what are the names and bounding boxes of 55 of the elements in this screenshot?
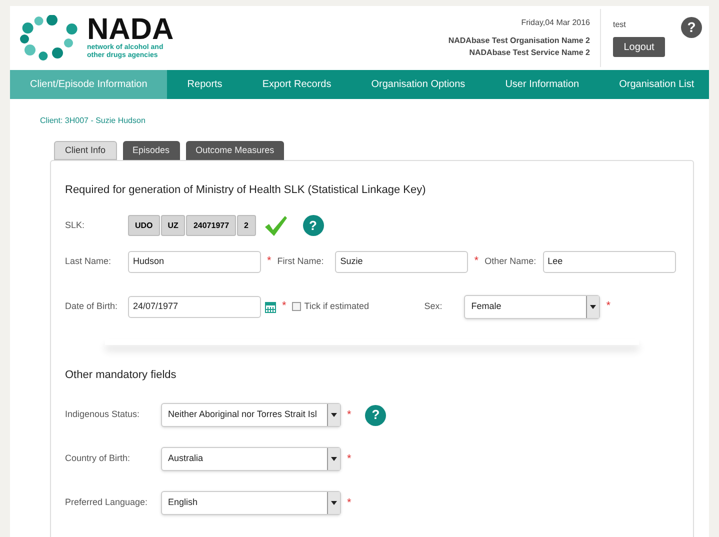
dropdown[interactable]: English <box>161 491 341 515</box>
help-icon[interactable]: ? <box>365 404 386 426</box>
field-label: Preferred Language: <box>65 496 149 510</box>
help-icon[interactable]: ? <box>681 16 702 38</box>
tab[interactable]: Episodes <box>122 141 180 160</box>
slk-segment: 2 <box>237 215 256 236</box>
field-label: Sex: <box>424 300 444 313</box>
caret-icon <box>327 448 340 470</box>
field-label: First Name: <box>277 254 325 268</box>
caret-icon <box>327 492 340 514</box>
slk-segment: UZ <box>160 215 186 236</box>
nav-item[interactable]: Organisation List <box>599 70 714 99</box>
slk-segment: UDO <box>128 215 160 236</box>
help-icon[interactable]: ? <box>302 215 324 236</box>
calendar-icon[interactable] <box>265 300 276 312</box>
required-mark: * <box>347 408 352 423</box>
dropdown[interactable]: Neither Aboriginal nor Torres Strait Isl <box>161 403 341 427</box>
text-field[interactable]: Suzie <box>335 250 468 272</box>
checkbox-label: Tick if estimated <box>304 300 370 313</box>
nav-item[interactable]: Export Records <box>242 70 352 99</box>
text-field[interactable]: Lee <box>542 250 676 272</box>
tab[interactable]: Outcome Measures <box>186 141 284 160</box>
logout-button[interactable]: Logout <box>613 37 665 57</box>
tab[interactable]: Client Info <box>54 141 117 160</box>
section-heading: Required for generation of Ministry of Health SLK (Statistical Linkage Key) <box>65 183 427 198</box>
required-mark: * <box>267 254 272 270</box>
date-text: Friday,04 Mar 2016 <box>521 17 590 29</box>
field-label: Other Name: <box>484 254 538 268</box>
required-mark: * <box>474 254 479 270</box>
field-label: Last Name: <box>65 254 112 268</box>
logo-name: NADA <box>87 16 174 44</box>
date-field[interactable]: 24/07/1977 <box>128 296 261 318</box>
field-label: SLK: <box>65 218 86 232</box>
text-field[interactable]: Hudson <box>128 250 261 272</box>
field-label: Indigenous Status: <box>65 408 141 422</box>
estimated-checkbox[interactable] <box>292 302 302 311</box>
caret-icon <box>327 404 340 426</box>
organisation-name: NADAbase Test Organisation Name 2 <box>448 35 590 47</box>
required-mark: * <box>282 299 286 314</box>
dropdown[interactable]: Australia <box>161 447 341 471</box>
required-mark: * <box>347 452 352 467</box>
caret-icon <box>586 296 600 318</box>
section-heading: Other mandatory fields <box>65 368 178 382</box>
field-label: Date of Birth: <box>65 300 119 313</box>
required-mark: * <box>606 299 611 314</box>
service-name: NADAbase Test Service Name 2 <box>469 47 590 59</box>
slk-segment: 24071977 <box>186 215 236 236</box>
dropdown[interactable]: Female <box>464 294 600 318</box>
required-mark: * <box>347 496 352 511</box>
nav-item[interactable]: User Information <box>485 70 600 99</box>
nav-item[interactable]: Organisation Options <box>351 70 486 99</box>
client-link[interactable]: Client: 3H007 - Suzie Hudson <box>40 116 146 125</box>
nav-item[interactable]: Reports <box>167 70 242 99</box>
field-label: Country of Birth: <box>65 452 132 466</box>
username: test <box>613 19 627 31</box>
